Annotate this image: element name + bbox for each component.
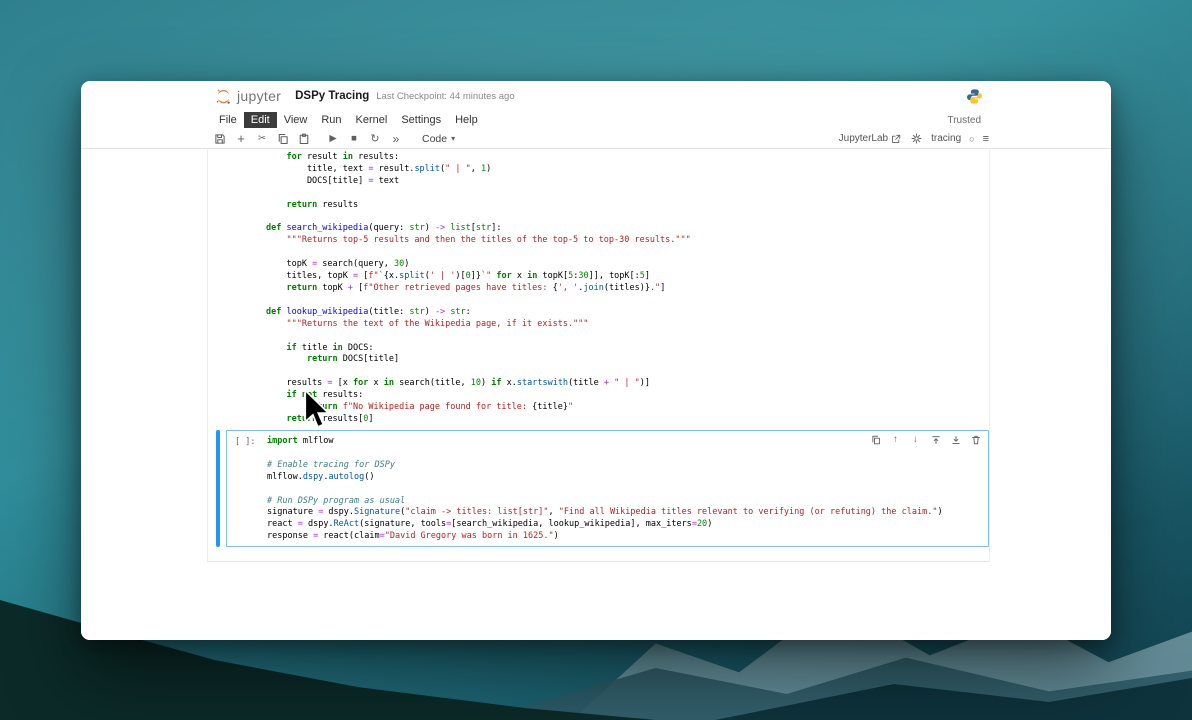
jupyterlab-label: JupyterLab bbox=[839, 133, 888, 144]
code-editor-1[interactable]: for result in results: title, text = res… bbox=[266, 152, 691, 426]
brand-text: jupyter bbox=[237, 88, 281, 104]
insert-below-icon bbox=[951, 435, 961, 445]
restart-kernel-button[interactable]: ↻ bbox=[368, 132, 382, 146]
toolbar-right-group: JupyterLab tracing ○ ≡ bbox=[839, 132, 989, 146]
menu-help[interactable]: Help bbox=[448, 112, 485, 128]
copy-cell-button[interactable] bbox=[276, 132, 290, 146]
open-in-jupyterlab-link[interactable]: JupyterLab bbox=[839, 133, 901, 144]
settings-gear-button[interactable] bbox=[909, 132, 923, 146]
cell-toolbar: ↑ ↓ bbox=[870, 434, 981, 445]
checkpoint-label: Last Checkpoint: 44 minutes ago bbox=[376, 91, 514, 102]
jupyter-logo[interactable]: jupyter bbox=[215, 88, 281, 105]
trusted-badge[interactable]: Trusted bbox=[947, 115, 981, 126]
external-link-icon bbox=[891, 134, 901, 144]
code-cell-2[interactable]: [ ]: import mlflow # Enable tracing for … bbox=[216, 430, 989, 547]
menubar: File Edit View Run Kernel Settings Help … bbox=[81, 111, 1111, 129]
paste-cell-button[interactable] bbox=[297, 132, 311, 146]
cell-input-area[interactable]: [ ]: import mlflow # Enable tracing for … bbox=[226, 430, 989, 547]
interrupt-kernel-button[interactable]: ■ bbox=[347, 132, 361, 146]
menu-kernel[interactable]: Kernel bbox=[349, 112, 395, 128]
desktop-background: jupyter DSPy Tracing Last Checkpoint: 44… bbox=[0, 0, 1192, 720]
add-cell-button[interactable]: + bbox=[234, 132, 248, 146]
menu-view[interactable]: View bbox=[277, 112, 315, 128]
insert-cell-below-button[interactable] bbox=[950, 434, 961, 445]
jupyter-notebook-window: jupyter DSPy Tracing Last Checkpoint: 44… bbox=[81, 81, 1111, 640]
menu-run[interactable]: Run bbox=[314, 112, 348, 128]
insert-cell-above-button[interactable] bbox=[930, 434, 941, 445]
duplicate-cell-button[interactable] bbox=[870, 434, 881, 445]
duplicate-icon bbox=[871, 435, 881, 445]
delete-cell-button[interactable] bbox=[970, 434, 981, 445]
kernel-name-button[interactable]: tracing bbox=[931, 133, 961, 144]
kernel-status-icon[interactable]: ○ bbox=[969, 134, 974, 144]
insert-above-icon bbox=[931, 435, 941, 445]
menu-edit[interactable]: Edit bbox=[244, 112, 277, 128]
jupyter-logo-icon bbox=[215, 88, 232, 105]
copy-icon bbox=[277, 133, 289, 145]
cut-cell-button[interactable]: ✂ bbox=[255, 132, 269, 146]
move-cell-up-button[interactable]: ↑ bbox=[890, 434, 901, 445]
notebook-title[interactable]: DSPy Tracing bbox=[295, 90, 369, 102]
trash-icon bbox=[971, 435, 981, 445]
save-button[interactable] bbox=[213, 132, 227, 146]
restart-run-all-button[interactable]: » bbox=[389, 132, 403, 146]
cell-type-value: Code bbox=[422, 133, 447, 145]
chevron-down-icon: ▾ bbox=[451, 134, 455, 143]
move-cell-down-button[interactable]: ↓ bbox=[910, 434, 921, 445]
cell-prompt: [ ]: bbox=[235, 437, 255, 447]
cell-type-dropdown[interactable]: Code ▾ bbox=[422, 133, 455, 145]
save-icon bbox=[214, 133, 226, 145]
notebook-page: for result in results: title, text = res… bbox=[207, 150, 990, 562]
notebook-toolbar: + ✂ ▶ ■ ↻ » Code ▾ J bbox=[81, 129, 1111, 149]
code-editor-2[interactable]: import mlflow # Enable tracing for DSPym… bbox=[267, 436, 943, 543]
document-title-group: DSPy Tracing Last Checkpoint: 44 minutes… bbox=[295, 90, 515, 102]
paste-icon bbox=[298, 133, 310, 145]
python-logo-icon bbox=[966, 88, 983, 105]
menu-settings[interactable]: Settings bbox=[394, 112, 448, 128]
menu-file[interactable]: File bbox=[212, 112, 244, 128]
run-cell-button[interactable]: ▶ bbox=[326, 132, 340, 146]
notebook-scroll-area[interactable]: for result in results: title, text = res… bbox=[81, 150, 1111, 640]
gear-icon bbox=[911, 133, 922, 144]
titlebar: jupyter DSPy Tracing Last Checkpoint: 44… bbox=[81, 81, 1111, 111]
cell-collapser-bar[interactable] bbox=[216, 430, 220, 547]
view-menu-icon[interactable]: ≡ bbox=[983, 133, 989, 145]
